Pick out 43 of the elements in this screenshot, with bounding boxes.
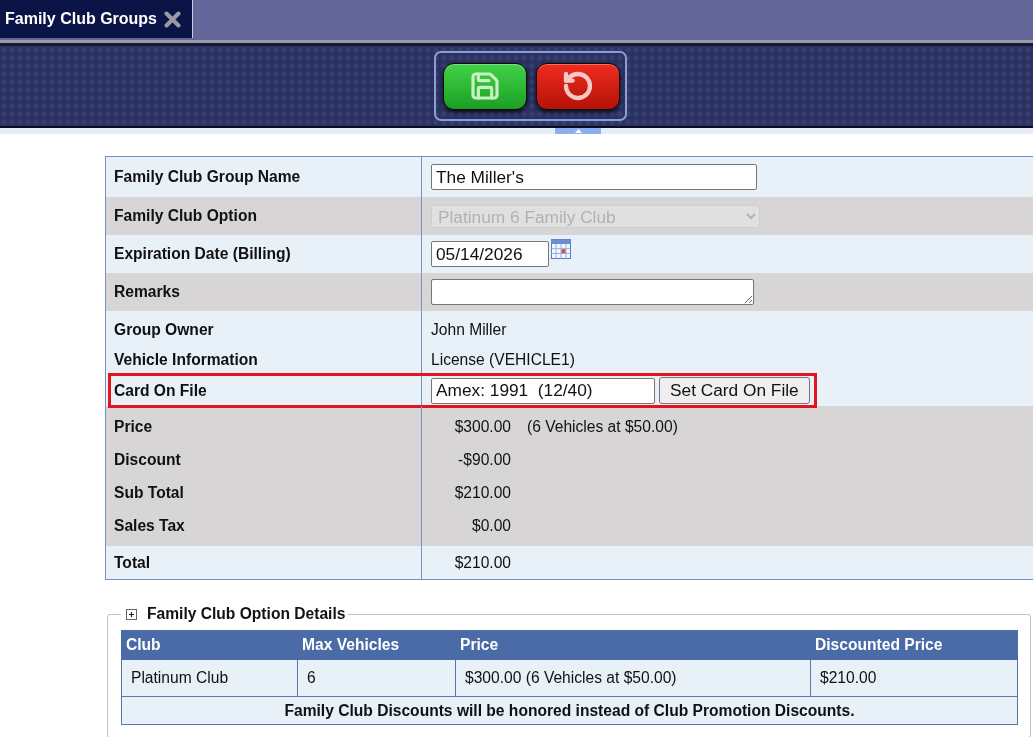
field-label: Price [114,417,153,436]
card-field[interactable]: Amex: 1991 (12/40) [431,377,655,404]
field-label: Sales Tax [114,516,185,535]
table-note: Family Club Discounts will be honored instead of Club Promotion Discounts. [121,696,1018,725]
field-label: Group Owner [114,321,214,339]
column-header: Discounted Price [810,630,1018,660]
text-area[interactable] [431,279,754,305]
field-label: Sub Total [114,483,184,502]
amount-note: (6 Vehicles at $50.00) [527,417,678,436]
column-header: Max Vehicles [297,630,456,660]
amount-value: $300.00 [453,417,511,436]
field-value: John Miller [431,321,507,339]
section-title: Family Club Option Details [147,605,346,623]
field-label: Remarks [114,283,180,301]
date-field[interactable]: 05/14/2026 [431,241,549,267]
field-label: Discount [114,450,181,469]
field-label: Family Club Option [114,207,257,225]
undo-button[interactable] [536,62,620,110]
calendar-icon[interactable] [551,239,571,259]
amount-value: $210.00 [453,483,511,502]
text-field[interactable]: The Miller's [431,164,757,190]
field-value: License (VEHICLE1) [431,351,575,369]
amount-value: $0.00 [470,516,511,535]
amount-value: -$90.00 [457,450,511,469]
save-button[interactable] [443,62,527,110]
plus-box-icon[interactable] [126,608,137,620]
table-cell: $300.00 (6 Vehicles at $50.00) [455,659,811,697]
table-cell: $210.00 [810,659,1018,697]
column-header: Club [121,630,298,660]
column-header: Price [455,630,811,660]
field-label: Card On File [114,381,207,400]
close-icon[interactable] [164,10,181,28]
field-label: Total [114,553,151,572]
collapse-handle[interactable] [555,128,601,134]
field-label: Family Club Group Name [114,168,301,186]
table-cell: Platinum Club [121,659,298,697]
circular-arrow-icon [562,70,594,102]
set-card-button[interactable]: Set Card On File [659,377,810,404]
field-label: Expiration Date (Billing) [114,245,291,263]
tab[interactable]: Family Club Groups [0,0,193,38]
field-label: Vehicle Information [114,351,258,369]
amount-value: $210.00 [453,553,511,572]
table-cell: 6 [297,659,456,697]
